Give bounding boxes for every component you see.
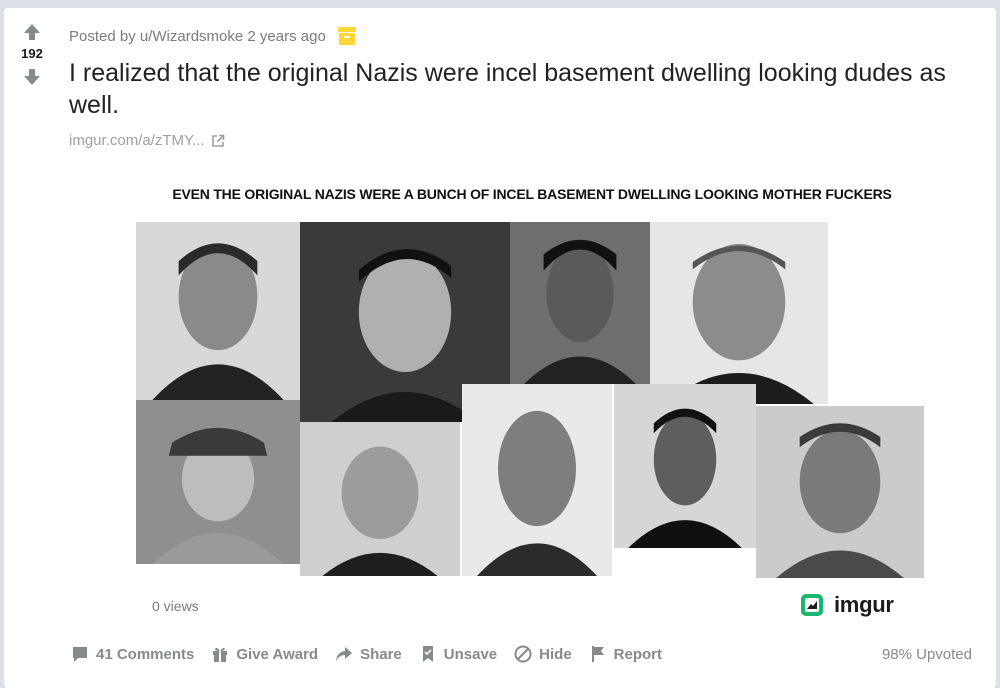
gift-icon [213, 647, 228, 662]
image-views: 0 views [152, 598, 199, 614]
portrait-photo [136, 222, 300, 400]
unsave-button[interactable]: Unsave [418, 644, 497, 664]
give-award-label: Give Award [236, 645, 319, 663]
share-button[interactable]: Share [334, 644, 402, 664]
comment-icon [73, 647, 87, 662]
report-button[interactable]: Report [588, 644, 662, 664]
share-label: Share [360, 645, 402, 663]
flag-icon [591, 646, 604, 662]
bookmark-icon [422, 646, 433, 662]
image-caption: EVEN THE ORIGINAL NAZIS WERE A BUNCH OF … [172, 186, 892, 202]
portrait-photo [510, 222, 650, 384]
hide-button[interactable]: Hide [513, 644, 572, 664]
portrait-photo [136, 400, 300, 564]
imgur-logo[interactable]: imgur [800, 592, 894, 618]
arrow-down-icon[interactable] [22, 67, 42, 87]
hide-icon [514, 645, 532, 663]
share-icon [336, 647, 353, 661]
external-link-icon[interactable] [211, 134, 225, 148]
portrait-photo [650, 222, 828, 404]
upvote-ratio: 98% Upvoted [881, 646, 972, 663]
portrait-photo [614, 384, 756, 548]
portrait-photo [300, 422, 460, 576]
vote-column: 192 [4, 22, 60, 87]
imgur-logo-text: imgur [834, 592, 894, 617]
hide-label: Hide [539, 645, 572, 663]
unsave-label: Unsave [443, 645, 498, 663]
report-label: Report [613, 645, 663, 663]
give-award-button[interactable]: Give Award [210, 644, 318, 664]
arrow-up-icon[interactable] [22, 22, 42, 42]
post-card[interactable]: 192 Posted by u/Wizardsmoke 2 years ago … [4, 8, 996, 688]
link-text[interactable]: imgur.com/a/zTMY... [69, 132, 205, 149]
post-actions: 41 Comments Give Award Share Unsave Hide… [70, 644, 678, 664]
comments-button[interactable]: 41 Comments [70, 644, 194, 664]
archive-icon [337, 27, 356, 45]
post-meta: Posted by u/Wizardsmoke 2 years ago [69, 25, 358, 47]
external-link[interactable]: imgur.com/a/zTMY... [69, 132, 225, 149]
post-title[interactable]: I realized that the original Nazis were … [69, 57, 969, 121]
post-image[interactable]: EVEN THE ORIGINAL NAZIS WERE A BUNCH OF … [132, 186, 932, 578]
post-meta-text: Posted by u/Wizardsmoke 2 years ago [69, 27, 326, 45]
comments-label: 41 Comments [96, 645, 195, 663]
portrait-photo [756, 406, 924, 578]
portrait-photo [462, 384, 612, 576]
vote-score: 192 [21, 46, 43, 61]
imgur-logo-icon [801, 594, 823, 616]
